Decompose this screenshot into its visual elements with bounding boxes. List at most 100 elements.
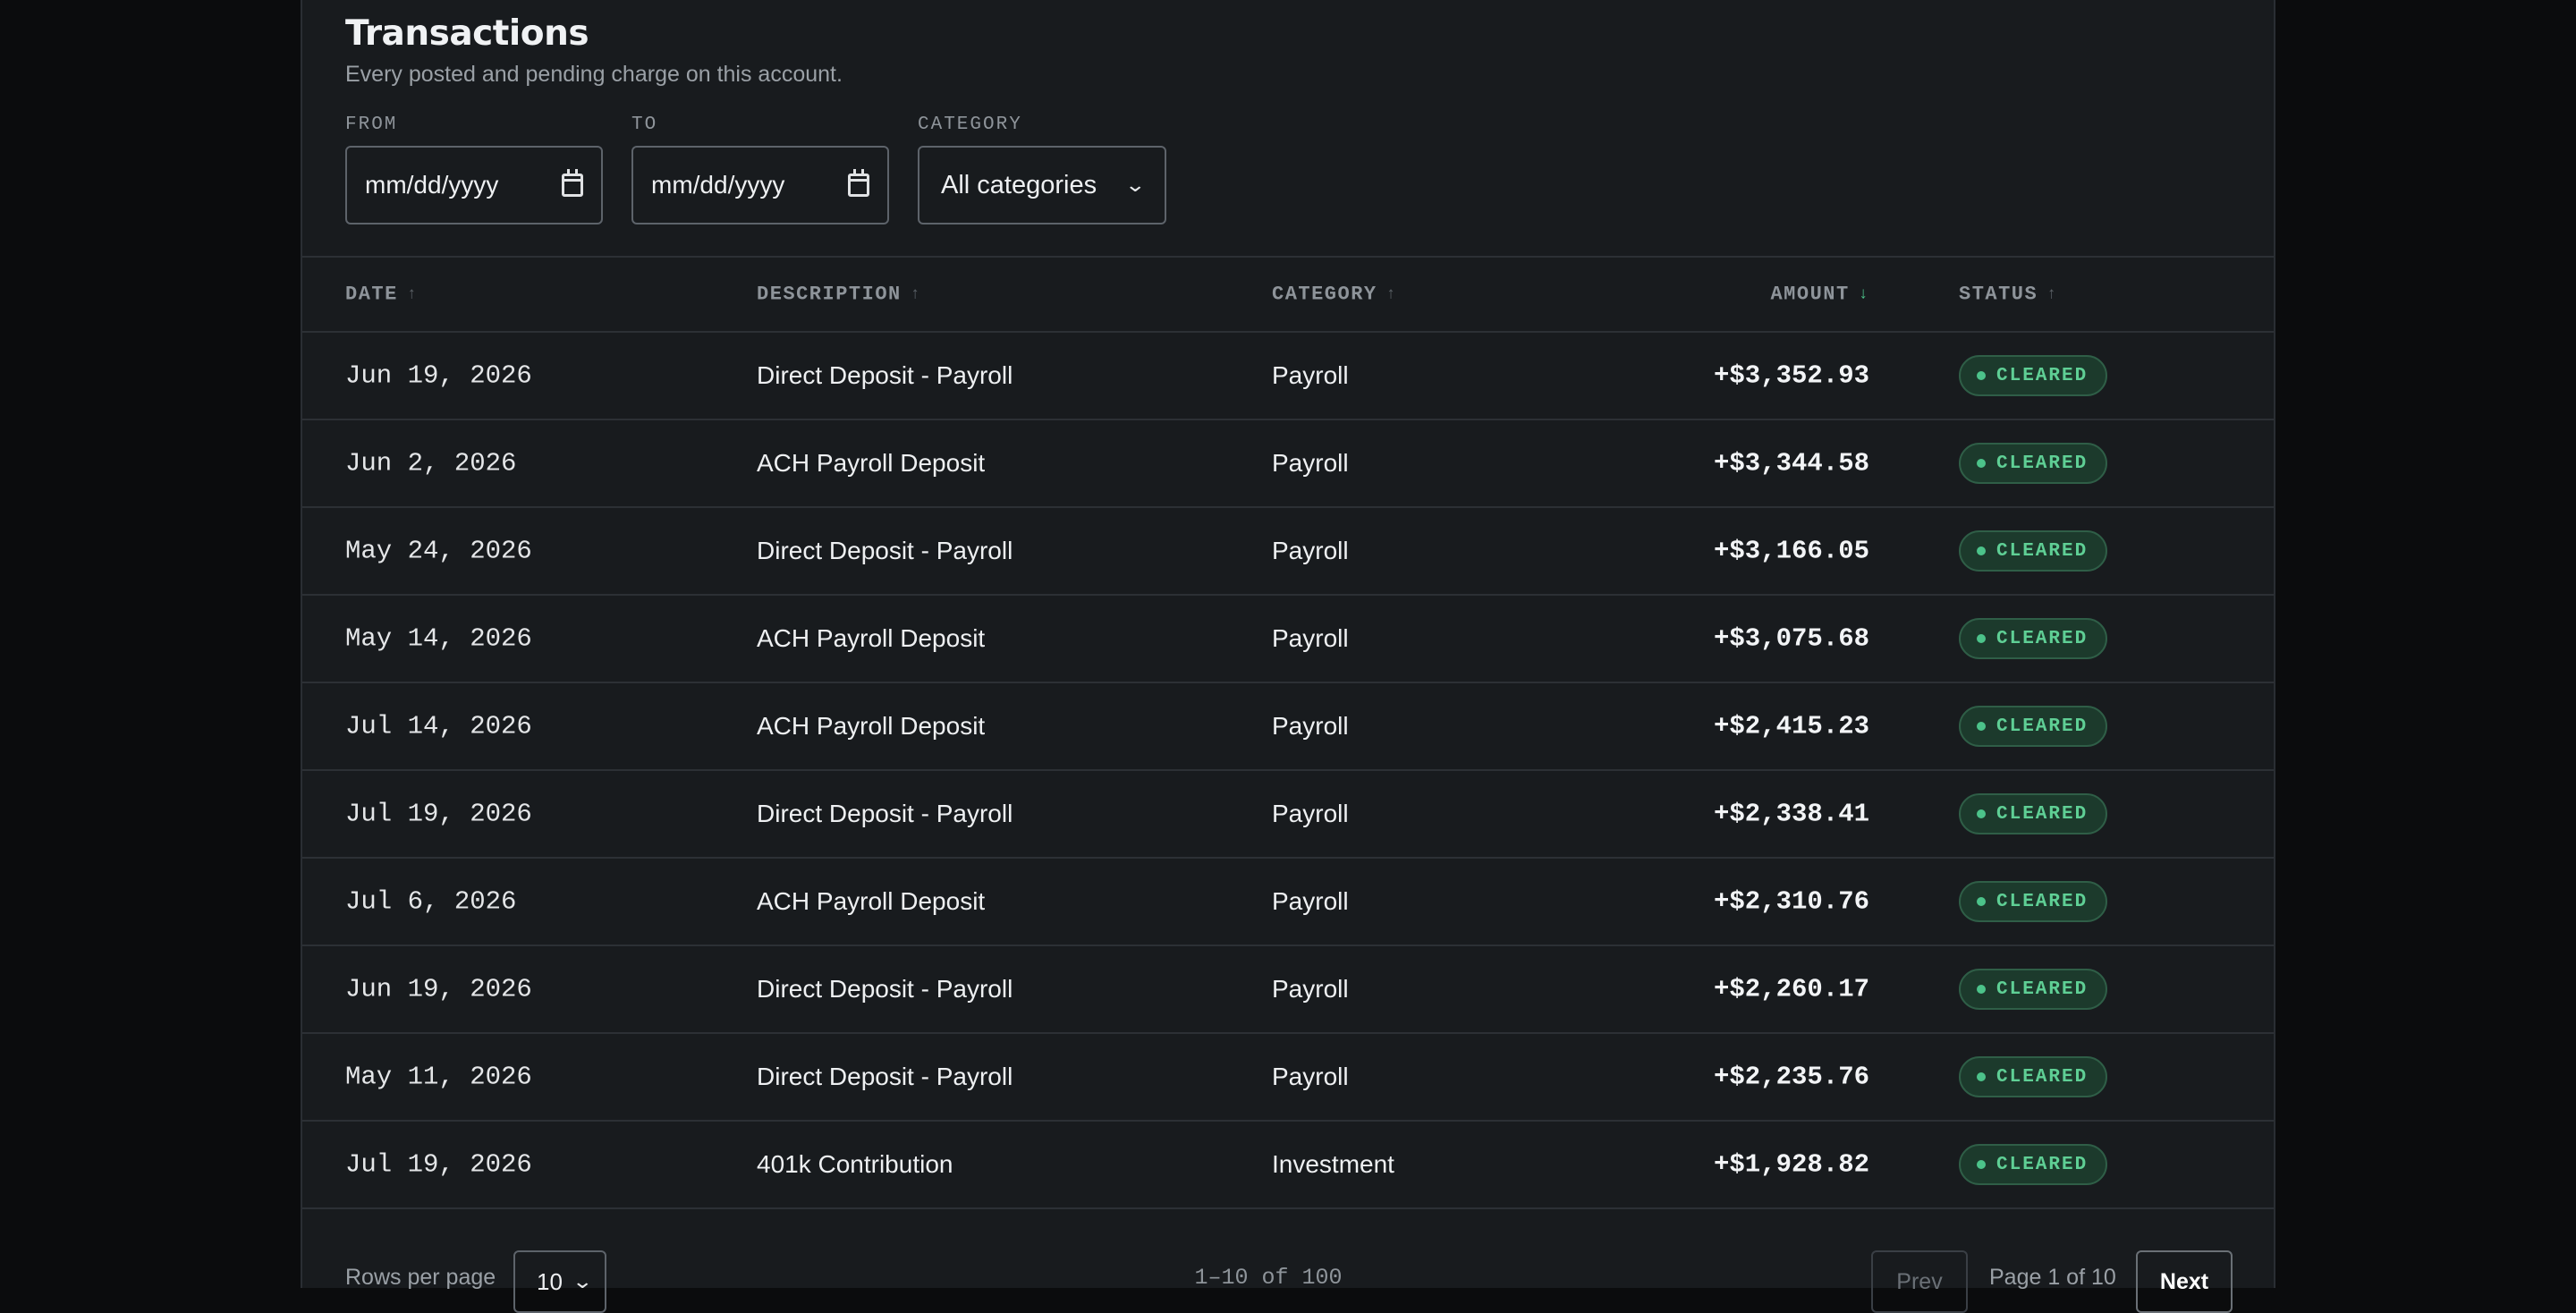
page-subtitle: Every posted and pending charge on this …	[345, 62, 843, 87]
status-dot-icon	[1977, 985, 1986, 994]
status-badge-label: CLEARED	[1996, 978, 2089, 1000]
rows-per-page-label: Rows per page	[345, 1265, 496, 1290]
status-dot-icon	[1977, 897, 1986, 906]
cell-date: Jul 19, 2026	[345, 799, 532, 829]
cell-date: Jul 14, 2026	[345, 711, 532, 741]
rows-per-page-select[interactable]: 10 ⌄	[513, 1250, 606, 1313]
status-badge: CLEARED	[1959, 793, 2108, 834]
cell-description: ACH Payroll Deposit	[757, 712, 986, 740]
cell-description: Direct Deposit - Payroll	[757, 975, 1013, 1003]
status-badge: CLEARED	[1959, 530, 2108, 572]
cell-status: CLEARED	[1959, 881, 2108, 922]
cell-date: May 11, 2026	[345, 1062, 532, 1092]
column-header-category-label: CATEGORY	[1272, 283, 1377, 306]
status-badge-label: CLEARED	[1996, 628, 2089, 649]
cell-date: Jun 19, 2026	[345, 974, 532, 1004]
table-row[interactable]: May 14, 2026 ACH Payroll Deposit Payroll…	[302, 596, 2274, 683]
category-label: CATEGORY	[918, 114, 1022, 135]
table-row[interactable]: Jul 14, 2026 ACH Payroll Deposit Payroll…	[302, 683, 2274, 771]
panel-header: Transactions Every posted and pending ch…	[302, 0, 2274, 258]
sort-up-arrow-icon: ↑	[910, 285, 922, 303]
column-header-category[interactable]: CATEGORY ↑	[1272, 284, 1397, 306]
table-row[interactable]: Jun 19, 2026 Direct Deposit - Payroll Pa…	[302, 333, 2274, 420]
column-header-amount-label: AMOUNT	[1770, 283, 1850, 306]
cell-description: ACH Payroll Deposit	[757, 887, 986, 915]
cell-date: Jun 2, 2026	[345, 448, 517, 479]
sort-up-arrow-icon: ↑	[2046, 285, 2058, 303]
cell-amount: +$3,075.68	[1713, 623, 1869, 654]
column-header-description-label: DESCRIPTION	[757, 283, 902, 306]
cell-description: Direct Deposit - Payroll	[757, 800, 1013, 827]
prev-page-button[interactable]: Prev	[1871, 1250, 1968, 1313]
cell-amount: +$2,310.76	[1713, 886, 1869, 917]
to-label: TO	[631, 114, 658, 135]
cell-category: Payroll	[1272, 361, 1349, 389]
next-page-button[interactable]: Next	[2136, 1250, 2233, 1313]
chevron-down-icon: ⌄	[571, 1270, 593, 1292]
status-badge-label: CLEARED	[1996, 1066, 2089, 1088]
status-badge-label: CLEARED	[1996, 891, 2089, 912]
cell-category: Payroll	[1272, 800, 1349, 827]
cell-amount: +$3,166.05	[1713, 536, 1869, 566]
filter-to: TO mm/dd/yyyy	[631, 114, 889, 224]
pagination-footer: Rows per page 10 ⌄ 1–10 of 100 Prev Page…	[302, 1209, 2274, 1313]
status-badge: CLEARED	[1959, 1144, 2108, 1185]
sort-up-arrow-icon: ↑	[1385, 285, 1397, 303]
status-dot-icon	[1977, 634, 1986, 643]
to-date-input[interactable]: mm/dd/yyyy	[631, 146, 889, 224]
table-row[interactable]: Jun 19, 2026 Direct Deposit - Payroll Pa…	[302, 946, 2274, 1034]
status-badge: CLEARED	[1959, 881, 2108, 922]
cell-date: Jul 19, 2026	[345, 1149, 532, 1180]
cell-amount: +$3,344.58	[1713, 448, 1869, 479]
column-header-description[interactable]: DESCRIPTION ↑	[757, 284, 921, 306]
page-indicator: Page 1 of 10	[1989, 1265, 2116, 1290]
cell-category: Payroll	[1272, 712, 1349, 740]
cell-category: Payroll	[1272, 624, 1349, 652]
table-row[interactable]: May 24, 2026 Direct Deposit - Payroll Pa…	[302, 508, 2274, 596]
cell-status: CLEARED	[1959, 1144, 2108, 1185]
status-badge-label: CLEARED	[1996, 365, 2089, 386]
column-header-amount[interactable]: AMOUNT ↓	[1770, 284, 1869, 306]
from-label: FROM	[345, 114, 398, 135]
cell-category: Payroll	[1272, 537, 1349, 564]
cell-status: CLEARED	[1959, 355, 2108, 396]
cell-date: Jun 19, 2026	[345, 360, 532, 391]
column-header-status[interactable]: STATUS ↑	[1959, 284, 2058, 306]
column-header-date[interactable]: DATE ↑	[345, 284, 418, 306]
status-badge: CLEARED	[1959, 969, 2108, 1010]
table-row[interactable]: Jul 6, 2026 ACH Payroll Deposit Payroll …	[302, 859, 2274, 946]
cell-category: Payroll	[1272, 1063, 1349, 1090]
status-badge: CLEARED	[1959, 618, 2108, 659]
chevron-down-icon: ⌄	[1123, 174, 1146, 196]
table-row[interactable]: Jul 19, 2026 401k Contribution Investmen…	[302, 1122, 2274, 1209]
table-row[interactable]: Jun 2, 2026 ACH Payroll Deposit Payroll …	[302, 420, 2274, 508]
result-range: 1–10 of 100	[1194, 1265, 1343, 1291]
category-select-value: All categories	[941, 170, 1097, 199]
status-badge-label: CLEARED	[1996, 453, 2089, 474]
cell-status: CLEARED	[1959, 443, 2108, 484]
cell-description: Direct Deposit - Payroll	[757, 537, 1013, 564]
cell-category: Payroll	[1272, 887, 1349, 915]
from-date-placeholder: mm/dd/yyyy	[365, 171, 499, 199]
calendar-icon[interactable]	[562, 169, 583, 197]
status-badge: CLEARED	[1959, 443, 2108, 484]
cell-status: CLEARED	[1959, 793, 2108, 834]
table-row[interactable]: Jul 19, 2026 Direct Deposit - Payroll Pa…	[302, 771, 2274, 859]
calendar-icon[interactable]	[848, 169, 869, 197]
sort-down-arrow-icon: ↓	[1858, 285, 1869, 303]
transactions-panel: Transactions Every posted and pending ch…	[301, 0, 2275, 1313]
status-dot-icon	[1977, 1160, 1986, 1169]
category-select[interactable]: All categories ⌄	[918, 146, 1166, 224]
table-row[interactable]: May 11, 2026 Direct Deposit - Payroll Pa…	[302, 1034, 2274, 1122]
from-date-input[interactable]: mm/dd/yyyy	[345, 146, 603, 224]
filter-bar: FROM mm/dd/yyyy TO mm/dd/yyyy CATEGORY A…	[345, 114, 2231, 224]
table-body: Jun 19, 2026 Direct Deposit - Payroll Pa…	[302, 333, 2274, 1209]
cell-amount: +$3,352.93	[1713, 360, 1869, 391]
status-badge: CLEARED	[1959, 355, 2108, 396]
cell-description: Direct Deposit - Payroll	[757, 1063, 1013, 1090]
status-badge-label: CLEARED	[1996, 1154, 2089, 1175]
cell-status: CLEARED	[1959, 530, 2108, 572]
cell-amount: +$2,338.41	[1713, 799, 1869, 829]
rows-per-page-value: 10	[537, 1267, 563, 1295]
cell-amount: +$2,260.17	[1713, 974, 1869, 1004]
